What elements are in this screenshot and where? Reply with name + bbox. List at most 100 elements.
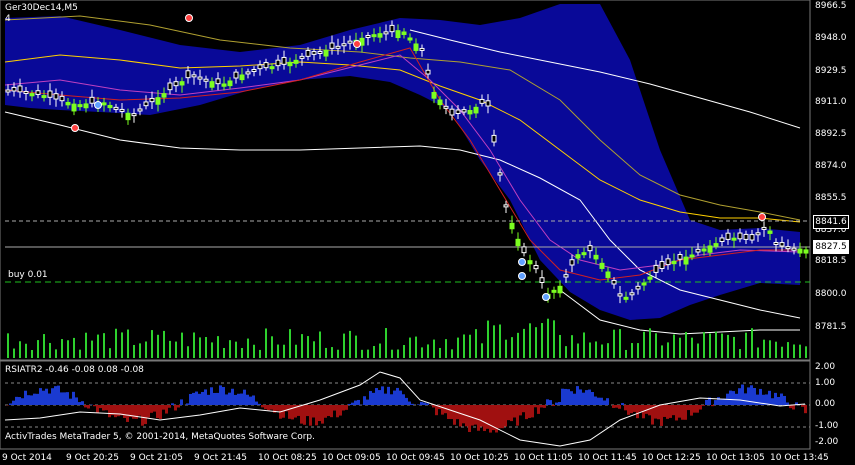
indicator-bar	[636, 405, 639, 419]
price-tick: 8818.5	[815, 256, 847, 266]
indicator-bar	[69, 398, 72, 405]
candle-body	[173, 81, 179, 87]
volume-bar	[745, 332, 747, 358]
volume-bar	[685, 332, 687, 358]
candle-body	[515, 238, 521, 247]
candle-body	[683, 256, 689, 265]
volume-bar	[475, 329, 477, 358]
indicator-bar	[114, 405, 117, 418]
volume-bar	[85, 332, 87, 358]
indicator-bar	[48, 393, 51, 405]
indicator-bar	[744, 393, 747, 405]
candle-body	[611, 279, 617, 285]
volume-bar	[121, 332, 123, 358]
candle-body	[191, 74, 197, 78]
candle-body	[701, 248, 707, 252]
indicator-bar	[72, 391, 75, 405]
indicator-bar	[213, 392, 216, 405]
candle-body	[443, 105, 449, 109]
volume-bar	[529, 323, 531, 358]
indicator-bar	[228, 392, 231, 405]
indicator-bar	[78, 402, 81, 405]
candle-body	[47, 90, 53, 98]
candle-body	[5, 89, 11, 93]
candle-body	[497, 172, 503, 176]
buy-signal-marker	[542, 293, 550, 301]
candle-body	[479, 98, 485, 104]
indicator-bar	[705, 399, 708, 405]
indicator-bar	[537, 405, 540, 414]
volume-bar	[361, 349, 363, 358]
volume-bar	[367, 349, 369, 358]
volume-bar	[307, 336, 309, 358]
indicator-bar	[108, 405, 111, 418]
indicator-bar	[375, 388, 378, 405]
indicator-bar	[669, 405, 672, 418]
volume-bar	[625, 349, 627, 358]
copyright-text: ActivTrades MetaTrader 5, © 2001-2014, M…	[5, 432, 315, 442]
indicator-bar	[378, 390, 381, 405]
indicator-bar	[240, 393, 243, 405]
indicator-bar	[600, 397, 603, 405]
volume-bar	[67, 340, 69, 358]
indicator-bar	[498, 405, 501, 429]
candle-body	[215, 78, 221, 85]
candle-body	[41, 95, 47, 99]
volume-bar	[235, 341, 237, 358]
indicator-bar	[585, 390, 588, 405]
indicator-bar	[648, 405, 651, 416]
volume-bar	[271, 336, 273, 358]
volume-bar	[397, 349, 399, 358]
volume-bar	[175, 341, 177, 358]
candle-body	[665, 258, 671, 266]
chart-canvas[interactable]	[0, 0, 855, 465]
volume-bar	[445, 339, 447, 358]
sell-signal-marker	[185, 14, 193, 22]
volume-bar	[469, 334, 471, 358]
volume-bar	[511, 337, 513, 358]
candle-body	[557, 285, 563, 294]
indicator-bar	[381, 386, 384, 405]
volume-bar	[295, 344, 297, 358]
candle-body	[383, 31, 389, 35]
indicator-bar	[288, 405, 291, 419]
chart-subtitle: 4	[5, 14, 11, 24]
indicator-tick: 2.00	[815, 362, 836, 372]
volume-bar	[517, 332, 519, 358]
volume-bar	[97, 334, 99, 358]
indicator-bar	[330, 405, 333, 418]
volume-bar	[577, 343, 579, 358]
indicator-bar	[720, 398, 723, 405]
indicator-bar	[408, 401, 411, 405]
buy-order-label[interactable]: buy 0.01	[8, 270, 48, 281]
volume-bar	[559, 334, 561, 358]
candle-body	[281, 56, 287, 65]
candle-body	[371, 34, 377, 38]
volume-bar	[769, 340, 771, 358]
indicator-bar	[582, 392, 585, 405]
candle-body	[59, 95, 65, 102]
indicator-bar	[333, 405, 336, 411]
indicator-bar	[777, 396, 780, 405]
volume-bar	[103, 333, 105, 358]
volume-bar	[463, 334, 465, 358]
candle-body	[437, 99, 443, 106]
volume-bar	[181, 332, 183, 358]
indicator-bar	[51, 388, 54, 405]
indicator-bar	[96, 405, 99, 413]
candle-body	[431, 92, 437, 99]
indicator-bar	[210, 387, 213, 405]
indicator-bar	[621, 403, 624, 405]
volume-bar	[691, 337, 693, 358]
indicator-bar	[327, 405, 330, 417]
indicator-bar	[396, 387, 399, 405]
candle-body	[125, 112, 131, 121]
indicator-bar	[450, 405, 453, 420]
indicator-bar	[618, 405, 621, 409]
indicator-bar	[516, 405, 519, 426]
indicator-bar	[201, 391, 204, 405]
indicator-bar	[234, 394, 237, 405]
indicator-bar	[597, 397, 600, 405]
volume-bar	[31, 349, 33, 358]
indicator-bar	[639, 405, 642, 412]
